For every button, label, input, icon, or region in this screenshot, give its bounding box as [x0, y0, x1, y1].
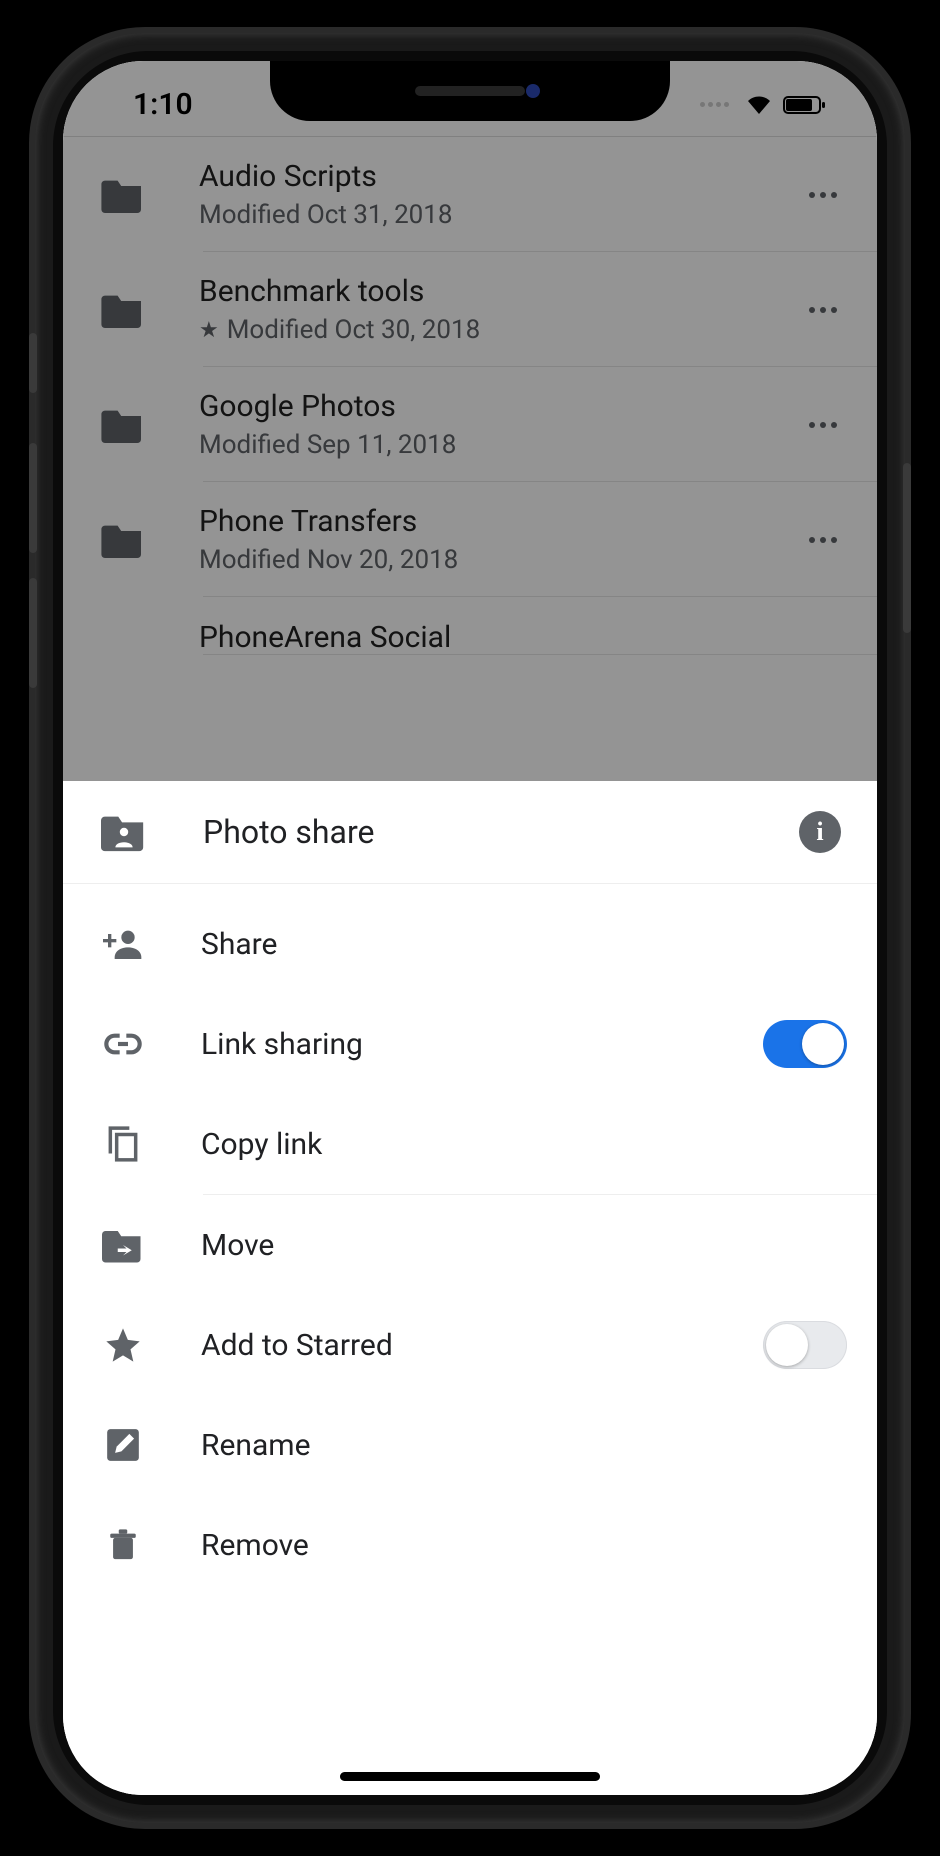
shared-folder-icon — [101, 812, 147, 852]
signal-dots-icon — [700, 102, 729, 107]
link-sharing-toggle[interactable] — [763, 1020, 847, 1068]
info-button[interactable]: i — [799, 811, 841, 853]
starred-toggle[interactable] — [763, 1321, 847, 1369]
add-starred-row[interactable]: Add to Starred — [63, 1295, 877, 1395]
copy-icon — [101, 1122, 145, 1166]
link-icon — [101, 1022, 145, 1066]
home-indicator[interactable] — [340, 1772, 600, 1781]
wifi-icon — [745, 94, 773, 116]
edit-icon — [101, 1423, 145, 1467]
folder-move-icon — [101, 1223, 145, 1267]
link-sharing-label: Link sharing — [201, 1027, 763, 1062]
trash-icon — [101, 1523, 145, 1567]
status-time: 1:10 — [133, 87, 193, 122]
rename-label: Rename — [201, 1428, 847, 1463]
share-row[interactable]: Share — [63, 894, 877, 994]
copy-link-row[interactable]: Copy link — [63, 1094, 877, 1194]
device-notch — [270, 61, 670, 121]
star-icon — [101, 1323, 145, 1367]
add-starred-label: Add to Starred — [201, 1328, 763, 1363]
battery-icon — [783, 94, 827, 116]
link-sharing-row[interactable]: Link sharing — [63, 994, 877, 1094]
move-label: Move — [201, 1228, 847, 1263]
copy-link-label: Copy link — [201, 1127, 847, 1162]
share-label: Share — [201, 927, 847, 962]
sheet-backdrop[interactable] — [63, 61, 877, 781]
volume-up-button[interactable] — [29, 443, 37, 553]
rename-row[interactable]: Rename — [63, 1395, 877, 1495]
mute-switch[interactable] — [29, 333, 37, 393]
person-add-icon — [101, 922, 145, 966]
remove-label: Remove — [201, 1528, 847, 1563]
remove-row[interactable]: Remove — [63, 1495, 877, 1595]
move-row[interactable]: Move — [63, 1195, 877, 1295]
volume-down-button[interactable] — [29, 578, 37, 688]
action-sheet: Photo share i — [63, 781, 877, 1795]
power-button[interactable] — [903, 463, 911, 633]
sheet-title: Photo share — [203, 813, 799, 851]
